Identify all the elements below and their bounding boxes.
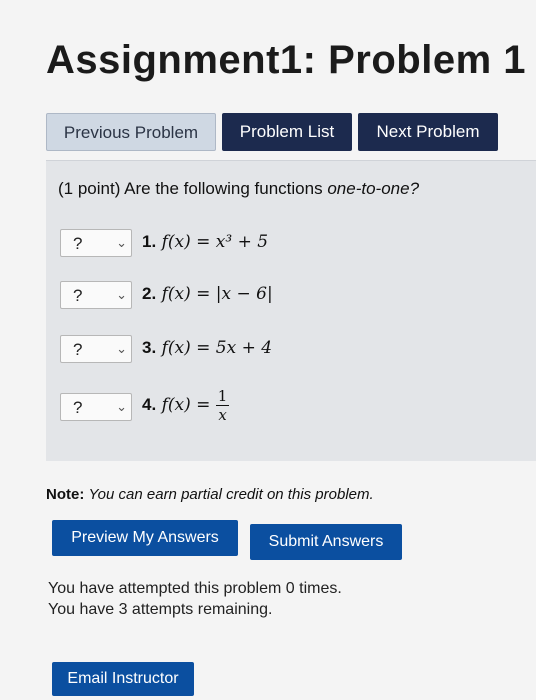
submit-answers-button[interactable]: Submit Answers: [250, 524, 402, 560]
select-value: ?: [73, 234, 83, 253]
fraction-numerator: 1: [215, 387, 230, 406]
function-expression-3: 3. f(x) = 5x + 4: [142, 338, 272, 358]
attempts-made: You have attempted this problem 0 times.: [48, 580, 342, 597]
credit-note: Note: You can earn partial credit on thi…: [46, 486, 374, 503]
attempt-status: You have attempted this problem 0 times.…: [48, 578, 342, 620]
function-formula: f(x) = 5x + 4: [161, 338, 273, 358]
email-instructor-button[interactable]: Email Instructor: [52, 662, 194, 696]
item-number: 4.: [142, 395, 157, 414]
note-label: Note:: [46, 486, 85, 503]
function-expression-2: 2. f(x) = |x − 6|: [142, 284, 273, 304]
answer-select-3[interactable]: ? ⌄: [60, 335, 132, 363]
chevron-down-icon: ⌄: [116, 235, 127, 250]
select-value: ?: [73, 286, 83, 305]
prompt-emphasis: one-to-one?: [327, 179, 420, 198]
item-number: 1.: [142, 232, 157, 251]
previous-problem-button[interactable]: Previous Problem: [46, 113, 216, 151]
problem-nav: Previous Problem Problem List Next Probl…: [46, 113, 506, 153]
select-value: ?: [73, 340, 83, 359]
fraction: 1 x: [215, 387, 230, 424]
problem-prompt: (1 point) Are the following functions on…: [58, 179, 419, 199]
problem-body: (1 point) Are the following functions on…: [46, 160, 536, 461]
preview-answers-button[interactable]: Preview My Answers: [52, 520, 238, 556]
select-value: ?: [73, 398, 83, 417]
answer-select-2[interactable]: ? ⌄: [60, 281, 132, 309]
function-formula: f(x) = x³ + 5: [161, 232, 269, 252]
function-expression-1: 1. f(x) = x³ + 5: [142, 232, 268, 252]
answer-select-1[interactable]: ? ⌄: [60, 229, 132, 257]
attempts-remaining: You have 3 attempts remaining.: [48, 601, 273, 618]
problem-list-button[interactable]: Problem List: [222, 113, 352, 151]
note-text: You can earn partial credit on this prob…: [88, 486, 374, 503]
chevron-down-icon: ⌄: [116, 341, 127, 356]
chevron-down-icon: ⌄: [116, 287, 127, 302]
item-number: 3.: [142, 338, 157, 357]
fraction-denominator: x: [218, 406, 227, 424]
item-number: 2.: [142, 284, 157, 303]
page-title: Assignment1: Problem 1: [46, 38, 527, 82]
prompt-text: (1 point) Are the following functions: [58, 179, 323, 198]
next-problem-button[interactable]: Next Problem: [358, 113, 498, 151]
chevron-down-icon: ⌄: [116, 399, 127, 414]
function-lhs: f(x) =: [161, 395, 211, 415]
function-expression-4: 4. f(x) = 1 x: [142, 387, 230, 424]
function-formula: f(x) = |x − 6|: [161, 284, 273, 304]
answer-select-4[interactable]: ? ⌄: [60, 393, 132, 421]
